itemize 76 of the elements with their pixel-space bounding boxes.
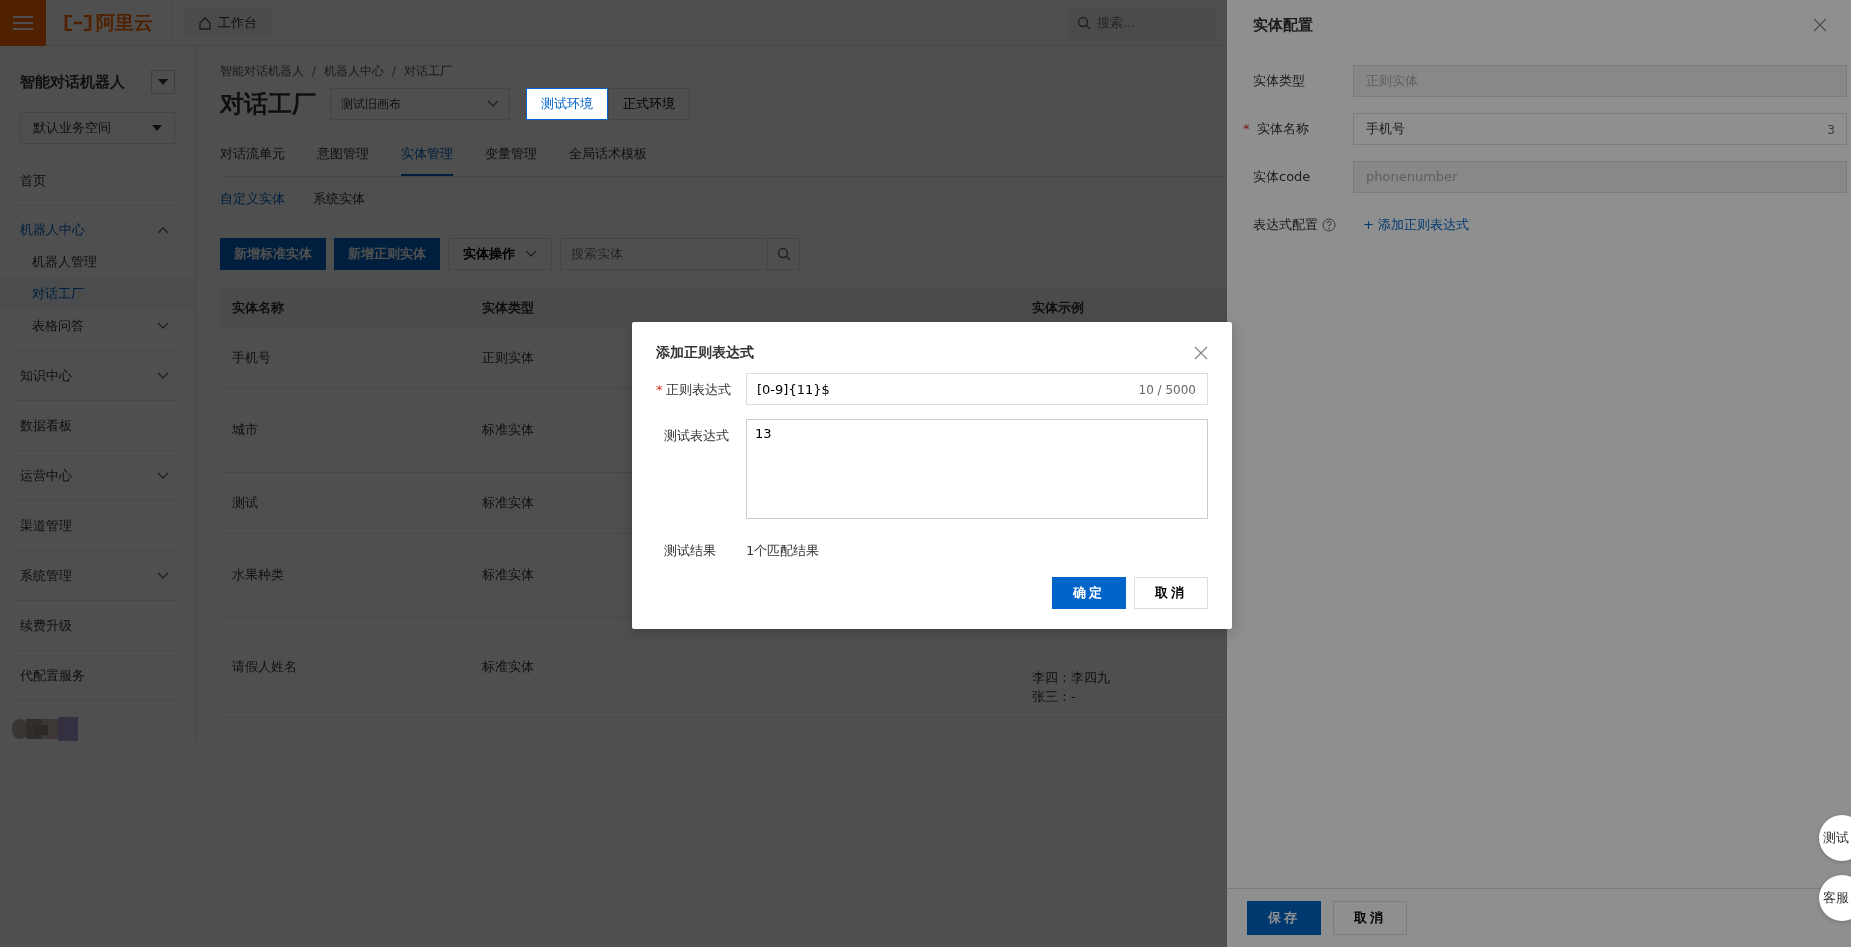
- sidebar-item[interactable]: 代配置服务: [12, 651, 177, 700]
- tab[interactable]: 全局话术模板: [569, 134, 647, 176]
- environment-button[interactable]: 正式环境: [608, 88, 690, 120]
- sidebar-item[interactable]: 机器人中心: [12, 214, 177, 246]
- confirm-button[interactable]: 确定: [1052, 576, 1126, 609]
- close-icon[interactable]: [1813, 18, 1827, 33]
- dropdown-button[interactable]: [151, 70, 175, 94]
- sidebar-subitem[interactable]: 机器人管理: [0, 246, 195, 278]
- chevron-icon: [157, 571, 169, 580]
- search-icon: [1077, 15, 1091, 30]
- sidebar-subitem[interactable]: 对话工厂: [0, 278, 195, 310]
- environment-button[interactable]: 测试环境: [526, 88, 608, 120]
- sidebar-item[interactable]: 续费升级: [12, 601, 177, 650]
- drawer-title: 实体配置: [1253, 15, 1313, 36]
- sidebar-item[interactable]: 系统管理: [12, 551, 177, 600]
- dialog-title: 添加正则表达式: [656, 343, 754, 362]
- test-result: 1个匹配结果: [746, 542, 820, 560]
- workbench-tab[interactable]: 工作台: [184, 6, 271, 39]
- chevron-icon: [157, 322, 169, 330]
- field-label: 实体类型: [1253, 71, 1305, 90]
- tab[interactable]: 实体管理: [401, 134, 453, 176]
- table-cell: 城市: [220, 388, 470, 472]
- subtab[interactable]: 系统实体: [313, 188, 365, 208]
- sidebar-item[interactable]: 渠道管理: [12, 501, 177, 550]
- cancel-button[interactable]: 取消: [1134, 576, 1208, 609]
- field-label: 实体名称: [1256, 119, 1309, 138]
- search-icon: [776, 247, 791, 261]
- text-area[interactable]: 13: [746, 419, 1208, 519]
- caret-icon: [158, 79, 168, 85]
- table-cell: 测试: [220, 472, 470, 533]
- caret-icon: [152, 125, 162, 131]
- workspace-select[interactable]: 默认业务空间: [20, 112, 175, 144]
- sidebar-title: 智能对话机器人: [20, 71, 125, 93]
- tab[interactable]: 对话流单元: [220, 134, 285, 176]
- required-mark: *: [1243, 119, 1250, 138]
- chevron-icon: [157, 371, 169, 380]
- breadcrumb-separator: /: [312, 63, 317, 80]
- char-counter: 10 / 5000: [1138, 382, 1196, 399]
- subtab[interactable]: 自定义实体: [220, 188, 285, 208]
- menu-icon: [13, 14, 33, 31]
- sidebar-item[interactable]: 首页: [12, 156, 177, 205]
- table-cell: 请假人姓名: [220, 617, 470, 717]
- home-icon: [198, 15, 212, 30]
- chevron-icon: [157, 226, 169, 234]
- entity-example: 李四：李四九: [1032, 668, 1111, 687]
- sidebar-item[interactable]: 知识中心: [12, 351, 177, 400]
- add-entity-button[interactable]: 新增标准实体: [220, 238, 326, 270]
- cancel-button[interactable]: 取消: [1333, 901, 1407, 935]
- add-entity-button[interactable]: 新增正则实体: [334, 238, 440, 270]
- field-label: 表达式配置: [1253, 215, 1318, 234]
- tab[interactable]: 意图管理: [317, 134, 369, 176]
- sidebar-item[interactable]: 运营中心: [12, 451, 177, 500]
- field-label: 实体code: [1253, 167, 1311, 186]
- char-counter: 3: [1827, 121, 1835, 139]
- sidebar-item[interactable]: 数据看板: [12, 401, 177, 450]
- field-label: 测试结果: [664, 543, 716, 558]
- field-label: 测试表达式: [664, 428, 729, 443]
- chevron-icon: [525, 250, 537, 258]
- logo-text: 阿里云: [96, 10, 153, 36]
- breadcrumb-separator: /: [392, 63, 397, 80]
- sidebar-subitem[interactable]: 表格问答: [0, 310, 195, 342]
- search-button[interactable]: [768, 238, 800, 270]
- menu-button[interactable]: [0, 0, 46, 46]
- add-regex-link[interactable]: + 添加正则表达式: [1363, 214, 1470, 235]
- help-icon: [1322, 217, 1336, 232]
- close-icon[interactable]: [1194, 345, 1208, 360]
- entity-actions-button[interactable]: 实体操作: [448, 238, 552, 270]
- chevron-icon: [487, 100, 499, 108]
- page-title: 对话工厂: [220, 89, 316, 120]
- table-cell: 手机号: [220, 327, 470, 388]
- table-cell: 水果种类: [220, 533, 470, 617]
- save-button[interactable]: 保存: [1247, 901, 1321, 935]
- chevron-icon: [157, 471, 169, 480]
- tab[interactable]: 变量管理: [485, 134, 537, 176]
- logo-icon: [64, 14, 92, 31]
- column-header: 实体名称: [220, 288, 470, 328]
